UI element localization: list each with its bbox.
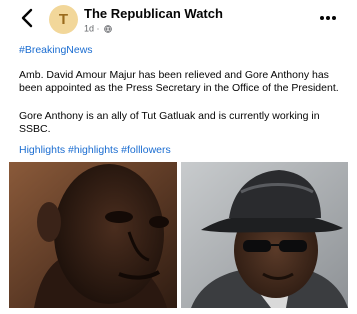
more-dots-icon[interactable]	[319, 15, 337, 21]
post-paragraph-2: Gore Anthony is an ally of Tut Gatluak a…	[19, 110, 320, 135]
post-header: T The Republican Watch 1d ·	[0, 0, 357, 34]
page-name[interactable]: The Republican Watch	[84, 6, 223, 21]
page-avatar[interactable]: T	[49, 5, 78, 34]
back-arrow-icon[interactable]	[18, 7, 38, 29]
post-time[interactable]: 1d	[84, 24, 94, 34]
post-hashtags[interactable]: Highlights #highlights #folllowers	[19, 144, 171, 156]
globe-icon	[104, 24, 112, 33]
meta-separator: ·	[96, 23, 100, 34]
post-photo-right[interactable]	[181, 162, 348, 308]
post-photo-left[interactable]	[9, 162, 177, 308]
young-man-portrait	[9, 162, 177, 308]
breaking-news-hashtag[interactable]: #BreakingNews	[19, 44, 93, 56]
post-meta: 1d ·	[84, 23, 112, 34]
man-in-hat-portrait	[181, 162, 348, 308]
post-paragraph-1: Amb. David Amour Majur has been relieved…	[19, 69, 339, 94]
